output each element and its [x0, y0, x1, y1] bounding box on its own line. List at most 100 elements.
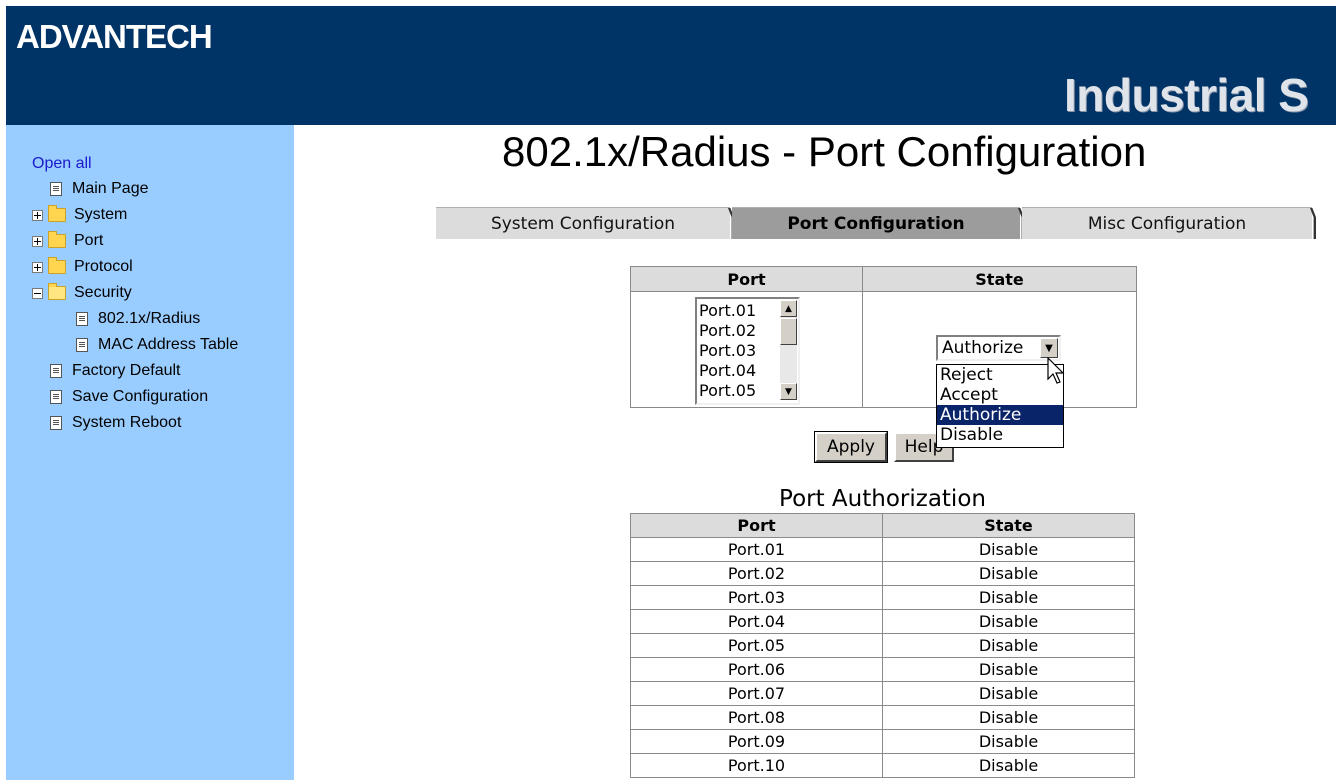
- state-column-header: State: [863, 267, 1136, 292]
- sidebar-item-security[interactable]: Security: [32, 282, 132, 304]
- port-cell: Port.08: [630, 705, 883, 730]
- dropdown-arrow-icon[interactable]: ▼: [1040, 338, 1058, 358]
- scroll-thumb[interactable]: [780, 318, 797, 345]
- page-icon: [50, 182, 62, 196]
- sidebar-item-save-configuration[interactable]: Save Configuration: [50, 386, 208, 408]
- page-icon: [76, 312, 88, 326]
- page-icon: [76, 338, 88, 352]
- port-authorization-title: Port Authorization: [779, 486, 986, 512]
- sidebar-item-8021x-radius[interactable]: 802.1x/Radius: [76, 308, 200, 330]
- tab-label: Port Configuration: [787, 213, 965, 234]
- port-cell: Port.01: [630, 537, 883, 562]
- state-dropdown-list[interactable]: Reject Accept Authorize Disable: [936, 364, 1064, 448]
- state-select[interactable]: Authorize ▼: [936, 335, 1061, 361]
- advantech-logo: ADVANTECH: [16, 18, 213, 55]
- sidebar-item-protocol[interactable]: Protocol: [32, 256, 133, 278]
- expand-plus-icon[interactable]: [32, 209, 43, 221]
- tab-system-configuration[interactable]: System Configuration: [436, 207, 734, 239]
- port-cell: Port.05: [630, 633, 883, 658]
- tab-label: Misc Configuration: [1087, 213, 1247, 234]
- tab-label: System Configuration: [490, 213, 676, 234]
- state-cell: Disable: [882, 609, 1135, 634]
- state-cell: Disable: [882, 657, 1135, 682]
- page-icon: [50, 364, 62, 378]
- port-listbox[interactable]: Port.01 Port.02 Port.03 Port.04 Port.05 …: [695, 297, 800, 405]
- state-option-reject[interactable]: Reject: [937, 365, 1063, 385]
- tab-edge: [1310, 208, 1316, 239]
- mouse-pointer-icon: [1047, 357, 1065, 384]
- sidebar-item-label: MAC Address Table: [98, 336, 239, 353]
- sidebar-item-mac-address-table[interactable]: MAC Address Table: [76, 334, 238, 356]
- port-option[interactable]: Port.05: [699, 381, 756, 401]
- port-option[interactable]: Port.04: [699, 361, 756, 381]
- sidebar-item-port[interactable]: Port: [32, 230, 103, 252]
- tab-port-configuration[interactable]: Port Configuration: [732, 207, 1024, 239]
- scroll-down-icon[interactable]: ▼: [780, 383, 797, 400]
- sidebar-item-label: Factory Default: [72, 362, 181, 379]
- sidebar-item-label: Port: [74, 232, 104, 249]
- state-column-header: State: [882, 513, 1135, 538]
- expand-plus-icon[interactable]: [32, 235, 43, 247]
- state-cell: Disable: [882, 537, 1135, 562]
- state-cell: Disable: [882, 705, 1135, 730]
- table-row: Port.07 Disable: [630, 681, 1135, 706]
- open-all-link[interactable]: Open all: [32, 155, 92, 173]
- page-title: 802.1x/Radius - Port Configuration: [502, 128, 1147, 175]
- sidebar-item-label: System Reboot: [72, 414, 182, 431]
- sidebar-item-main-page[interactable]: Main Page: [50, 178, 149, 200]
- expand-plus-icon[interactable]: [32, 261, 43, 273]
- port-column-header: Port: [630, 513, 883, 538]
- table-row: Port.03 Disable: [630, 585, 1135, 610]
- tab-misc-configuration[interactable]: Misc Configuration: [1022, 207, 1316, 239]
- state-option-authorize[interactable]: Authorize: [937, 405, 1063, 425]
- table-row: Port.04 Disable: [630, 609, 1135, 634]
- table-row: Port.01 Disable: [630, 537, 1135, 562]
- port-cell: Port.09: [630, 729, 883, 754]
- port-cell: Port.03: [630, 585, 883, 610]
- folder-icon: [48, 231, 66, 248]
- table-row: Port.02 Disable: [630, 561, 1135, 586]
- collapse-minus-icon[interactable]: [32, 287, 43, 299]
- state-cell: Disable: [882, 561, 1135, 586]
- port-cell: Port.06: [630, 657, 883, 682]
- port-column-header: Port: [631, 267, 862, 292]
- product-name: Industrial S: [1064, 69, 1309, 121]
- page-icon: [50, 416, 62, 430]
- folder-icon: [48, 205, 66, 222]
- port-authorization-table: Port State Port.01 Disable Port.02 Disable…: [630, 513, 1135, 778]
- scroll-up-icon[interactable]: ▲: [780, 300, 797, 317]
- table-header-row: Port State: [630, 513, 1135, 538]
- sidebar-item-system[interactable]: System: [32, 204, 127, 226]
- sidebar-item-label: Protocol: [74, 258, 133, 275]
- port-option[interactable]: Port.01: [699, 301, 756, 321]
- state-cell: Disable: [882, 753, 1135, 778]
- port-cell: Port.02: [630, 561, 883, 586]
- table-row: Port.06 Disable: [630, 657, 1135, 682]
- port-option[interactable]: Port.03: [699, 341, 756, 361]
- sidebar: Open all Main Page System Port Protocol …: [6, 125, 294, 780]
- table-row: Port.10 Disable: [630, 753, 1135, 778]
- state-cell: Disable: [882, 633, 1135, 658]
- state-selected-value: Authorize: [942, 338, 1024, 358]
- state-option-accept[interactable]: Accept: [937, 385, 1063, 405]
- port-cell: Port.10: [630, 753, 883, 778]
- table-row: Port.05 Disable: [630, 633, 1135, 658]
- table-row: Port.08 Disable: [630, 705, 1135, 730]
- sidebar-item-label: System: [74, 206, 128, 223]
- folder-icon: [48, 257, 66, 274]
- sidebar-item-factory-default[interactable]: Factory Default: [50, 360, 180, 382]
- sidebar-item-label: Save Configuration: [72, 388, 209, 405]
- sidebar-item-system-reboot[interactable]: System Reboot: [50, 412, 181, 434]
- state-cell: Disable: [882, 585, 1135, 610]
- state-cell: Disable: [882, 681, 1135, 706]
- listbox-scrollbar[interactable]: ▲ ▼: [780, 300, 797, 400]
- apply-button[interactable]: Apply: [814, 431, 888, 463]
- folder-open-icon: [48, 283, 66, 300]
- table-row: Port.09 Disable: [630, 729, 1135, 754]
- port-option[interactable]: Port.02: [699, 321, 756, 341]
- state-option-disable[interactable]: Disable: [937, 425, 1063, 445]
- state-cell: Disable: [882, 729, 1135, 754]
- sidebar-item-label: Security: [74, 284, 132, 301]
- header-banner: ADVANTECH Industrial S: [6, 6, 1336, 125]
- column-divider: [862, 267, 863, 407]
